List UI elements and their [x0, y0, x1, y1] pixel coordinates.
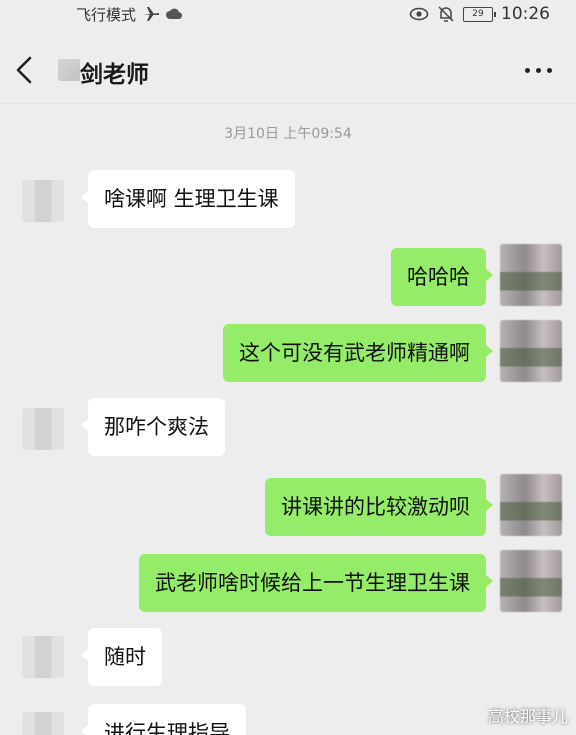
avatar[interactable] — [22, 180, 64, 222]
message-row: 随时 — [0, 628, 576, 688]
message-bubble[interactable]: 那咋个爽法 — [81, 398, 225, 456]
message-row: 那咋个爽法 — [0, 398, 576, 458]
status-left: 飞行模式 — [76, 4, 183, 25]
message-bubble[interactable]: 啥课啊 生理卫生课 — [81, 170, 295, 228]
message-timestamp: 3月10日 上午09:54 — [224, 126, 352, 142]
message-bubble[interactable]: 讲课讲的比较激动呗 — [265, 478, 493, 536]
eye-icon — [409, 7, 429, 21]
chat-header: 剑老师 — [0, 40, 576, 100]
header-divider — [0, 103, 576, 104]
status-bar: 飞行模式 29 10:26 — [0, 0, 576, 28]
bell-off-icon — [437, 5, 455, 23]
airplane-icon — [142, 6, 160, 22]
avatar[interactable] — [500, 550, 562, 612]
contact-name-blur — [58, 59, 80, 81]
more-button[interactable] — [522, 58, 558, 82]
message-bubble[interactable]: 随时 — [81, 628, 162, 686]
cloud-icon — [166, 8, 183, 20]
avatar[interactable] — [22, 712, 64, 735]
message-row: 啥课啊 生理卫生课 — [0, 170, 576, 230]
status-right: 29 10:26 — [409, 4, 550, 24]
message-bubble[interactable]: 这个可没有武老师精通啊 — [223, 324, 493, 382]
avatar[interactable] — [500, 244, 562, 306]
message-bubble[interactable]: 哈哈哈 — [391, 248, 493, 306]
message-bubble[interactable]: 武老师啥时候给上一节生理卫生课 — [139, 554, 493, 612]
message-row: 哈哈哈 — [0, 244, 576, 310]
watermark: 高校那事儿 — [487, 707, 568, 726]
more-dot — [536, 68, 541, 73]
message-row: 这个可没有武老师精通啊 — [0, 320, 576, 386]
message-row: 讲课讲的比较激动呗 — [0, 474, 576, 540]
status-time: 10:26 — [501, 4, 550, 24]
message-bubble[interactable]: 进行生理指导 — [81, 704, 246, 735]
message-row: 武老师啥时候给上一节生理卫生课 — [0, 550, 576, 616]
chevron-left-icon — [12, 50, 38, 90]
avatar[interactable] — [22, 408, 64, 450]
battery-icon: 29 — [463, 6, 496, 22]
back-button[interactable] — [12, 50, 46, 90]
avatar[interactable] — [500, 320, 562, 382]
airplane-mode-label: 飞行模式 — [76, 5, 137, 24]
avatar[interactable] — [500, 474, 562, 536]
more-dots-icon — [525, 68, 530, 73]
more-dot — [547, 68, 552, 73]
chat-title: 剑老师 — [80, 62, 149, 88]
avatar[interactable] — [22, 636, 64, 678]
